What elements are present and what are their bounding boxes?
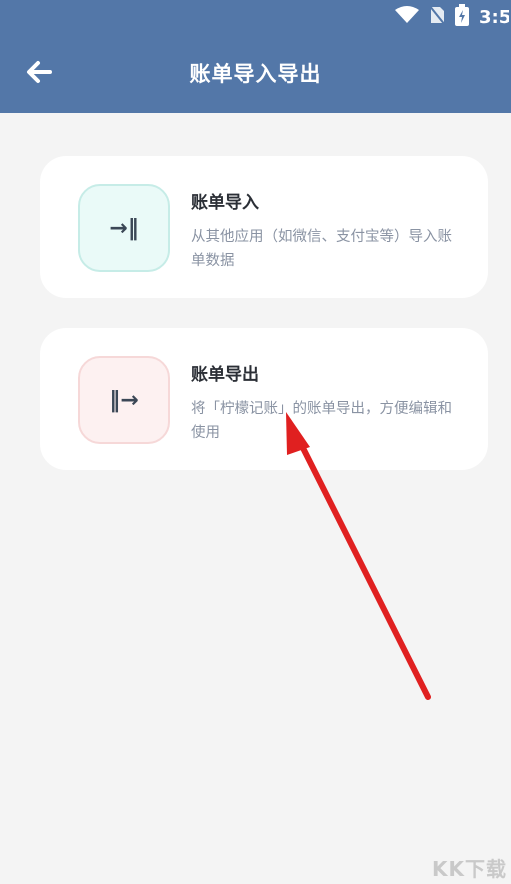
import-icon: →‖ [78, 184, 170, 272]
export-bill-card[interactable]: ‖→ 账单导出 将「柠檬记账」的账单导出，方便编辑和使用 [40, 328, 488, 470]
import-card-description: 从其他应用（如微信、支付宝等）导入账单数据 [191, 229, 452, 269]
wifi-icon [395, 5, 419, 29]
export-card-description: 将「柠檬记账」的账单导出，方便编辑和使用 [191, 401, 452, 441]
watermark-logo: KK下载 [432, 857, 507, 881]
app-header: 3:5 账单导入导出 [0, 0, 511, 113]
battery-icon [455, 3, 469, 31]
import-bill-card[interactable]: →‖ 账单导入 从其他应用（如微信、支付宝等）导入账单数据 [40, 156, 488, 298]
page-title: 账单导入导出 [189, 62, 322, 86]
status-time: 3:5 [479, 6, 509, 28]
import-card-title: 账单导入 [191, 193, 259, 213]
status-bar: 3:5 [395, 3, 511, 31]
no-sim-icon [428, 3, 446, 30]
export-icon: ‖→ [78, 356, 170, 444]
export-card-title: 账单导出 [191, 365, 259, 385]
